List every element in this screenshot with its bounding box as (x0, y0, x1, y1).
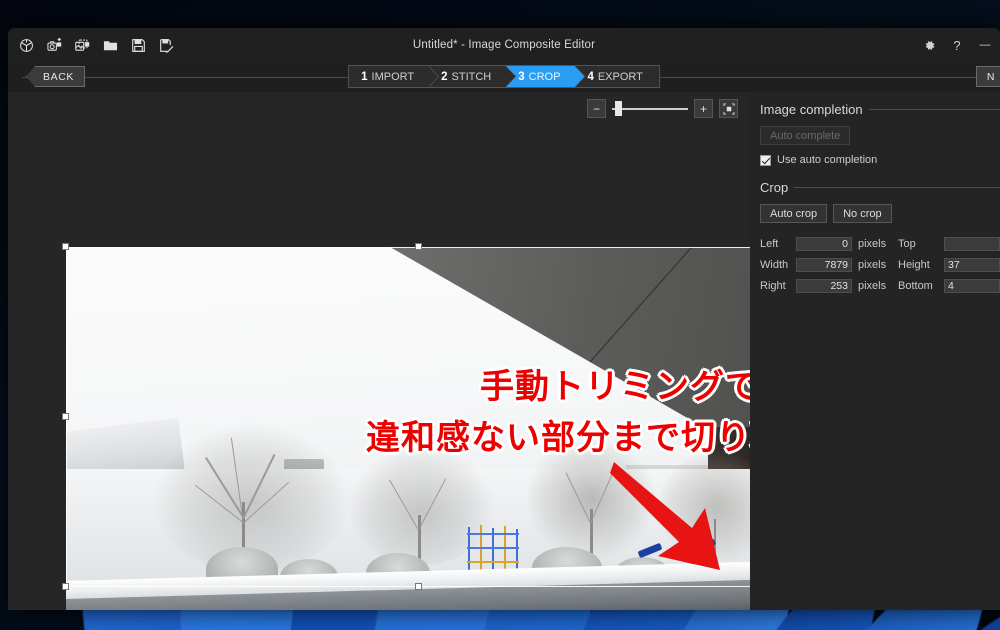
step-crop-number: 3 (518, 70, 525, 83)
new-from-camera-icon[interactable] (44, 35, 64, 55)
crop-bottom-label: Bottom (898, 280, 933, 292)
fit-to-window-icon[interactable] (719, 99, 738, 118)
open-folder-icon[interactable] (100, 35, 120, 55)
step-stitch[interactable]: 2 STITCH (429, 66, 508, 87)
crop-button-row: Auto crop No crop (760, 204, 1000, 223)
back-button[interactable]: BACK (26, 66, 85, 87)
crop-right-label: Right (760, 280, 786, 292)
crop-height-input[interactable]: 37 (944, 258, 1000, 272)
zoom-controls: − + (587, 99, 738, 118)
crop-top-input[interactable] (944, 237, 1000, 251)
crop-top-label: Top (898, 238, 916, 250)
step-import-number: 1 (361, 70, 368, 83)
ice-app-window: Untitled* - Image Composite Editor ? — B… (8, 28, 1000, 610)
crop-heading: Crop (760, 180, 1000, 195)
zoom-slider-thumb[interactable] (615, 101, 622, 116)
crop-right-unit: pixels (858, 280, 887, 292)
crop-left-input[interactable]: 0 (796, 237, 852, 251)
save-icon[interactable] (128, 35, 148, 55)
step-export-label: EXPORT (597, 70, 643, 83)
crop-width-unit: pixels (858, 259, 887, 271)
zoom-in-button[interactable]: + (694, 99, 713, 118)
new-panorama-icon[interactable] (16, 35, 36, 55)
step-navigation-bar: BACK 1 IMPORT 2 STITCH 3 CROP 4 EXPORT N (8, 62, 1000, 92)
use-auto-completion-label: Use auto completion (777, 154, 878, 166)
title-bar: Untitled* - Image Composite Editor ? — (8, 28, 1000, 62)
crop-heading-label: Crop (760, 180, 789, 195)
image-completion-heading: Image completion (760, 102, 1000, 117)
crop-right-input[interactable]: 253 (796, 279, 852, 293)
crop-handle-top-left[interactable] (62, 243, 69, 250)
image-completion-heading-label: Image completion (760, 102, 863, 117)
crop-bottom-input[interactable]: 4 (944, 279, 1000, 293)
playground-equipment (464, 525, 526, 573)
red-down-right-arrow (610, 462, 720, 570)
heading-rule (868, 109, 1000, 110)
step-stitch-number: 2 (441, 70, 448, 83)
settings-panel: Image completion Auto complete Use auto … (750, 92, 1000, 610)
main-area: − + 手動トリミングで 違和感ない部分まで切り Image completio… (8, 92, 1000, 610)
crop-width-label: Width (760, 259, 789, 271)
crop-height-label: Height (898, 259, 930, 271)
zoom-slider-track (612, 108, 688, 110)
crop-handle-middle-left[interactable] (62, 413, 69, 420)
window-controls: ? — (916, 28, 1000, 62)
no-crop-button[interactable]: No crop (833, 204, 892, 223)
step-crop-label: CROP (528, 70, 561, 83)
zoom-out-button[interactable]: − (587, 99, 606, 118)
step-list: 1 IMPORT 2 STITCH 3 CROP 4 EXPORT (348, 65, 660, 88)
minimize-icon[interactable]: — (972, 32, 998, 58)
zoom-slider[interactable] (612, 99, 688, 118)
save-as-icon[interactable] (156, 35, 176, 55)
step-export[interactable]: 4 EXPORT (575, 66, 659, 87)
crop-handle-bottom-left[interactable] (62, 583, 69, 590)
use-auto-completion-checkbox[interactable] (760, 154, 771, 166)
crop-width-input[interactable]: 7879 (796, 258, 852, 272)
back-button-label: BACK (43, 70, 74, 83)
crop-handle-top-center[interactable] (415, 243, 422, 250)
auto-complete-button[interactable]: Auto complete (760, 126, 851, 145)
help-question-icon[interactable]: ? (944, 32, 970, 58)
annotation-line-1: 手動トリミングで (480, 368, 750, 406)
crop-fields-grid: Left 0 pixels Top Width 7879 pixels Heig… (760, 237, 1000, 293)
step-crop[interactable]: 3 CROP (506, 66, 577, 87)
canvas-pane[interactable]: − + 手動トリミングで 違和感ない部分まで切り (8, 92, 750, 610)
step-export-number: 4 (587, 70, 594, 83)
step-import-label: IMPORT (371, 70, 415, 83)
step-stitch-label: STITCH (451, 70, 492, 83)
next-button-label: N (986, 70, 995, 83)
crop-left-label: Left (760, 238, 779, 250)
heading-rule (794, 187, 1000, 188)
next-button[interactable]: N (976, 66, 1000, 87)
auto-crop-button[interactable]: Auto crop (760, 204, 828, 223)
crop-left-unit: pixels (858, 238, 887, 250)
use-auto-completion-row[interactable]: Use auto completion (760, 154, 1000, 166)
main-toolbar (8, 35, 176, 55)
new-from-images-icon[interactable] (72, 35, 92, 55)
crop-handle-bottom-center[interactable] (415, 583, 422, 590)
step-import[interactable]: 1 IMPORT (349, 66, 431, 87)
gear-icon[interactable] (916, 32, 942, 58)
